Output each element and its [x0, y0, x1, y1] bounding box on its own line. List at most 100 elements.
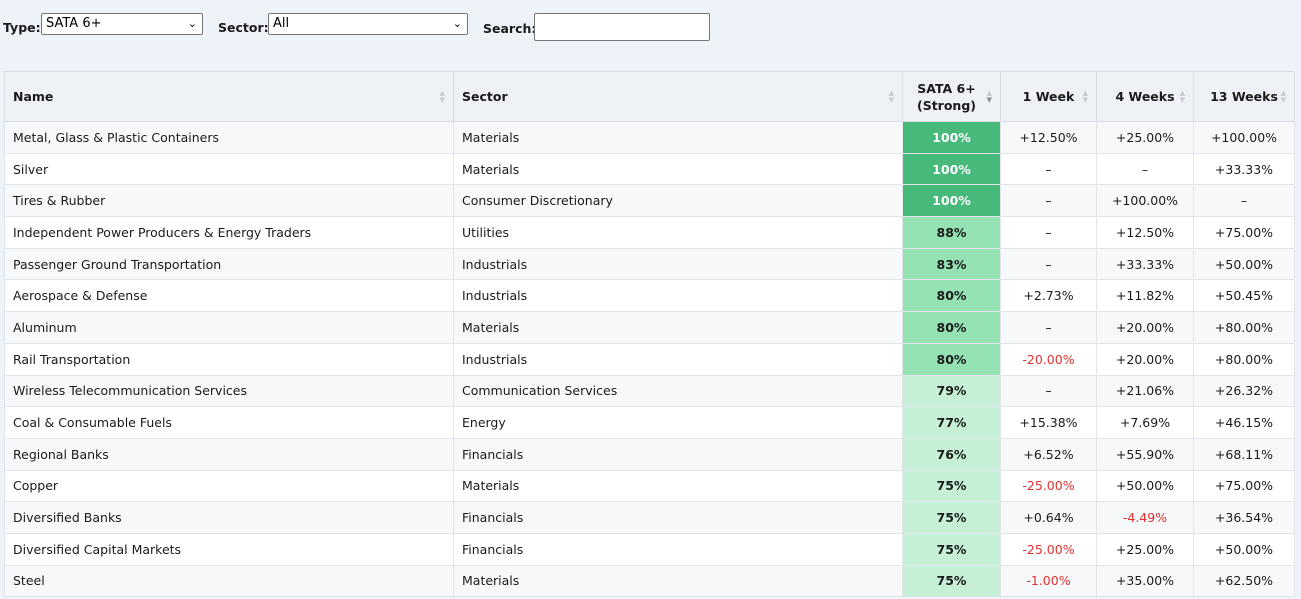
cell-13-weeks: +50.00% [1193, 247, 1295, 281]
cell-sector: Industrials [453, 342, 903, 376]
cell-1-week: +12.50% [1000, 121, 1097, 154]
cell-13-weeks: +75.00% [1193, 216, 1295, 249]
cell-4-weeks: -4.49% [1096, 501, 1194, 534]
cell-1-week: – [1000, 311, 1097, 344]
cell-sata-score: 80% [902, 342, 1001, 376]
cell-1-week: +2.73% [1000, 279, 1097, 313]
cell-4-weeks: +20.00% [1096, 342, 1194, 376]
sort-desc-icon: ▲ ▼ [986, 88, 992, 104]
cell-name: Passenger Ground Transportation [4, 247, 454, 281]
cell-4-weeks: +33.33% [1096, 247, 1194, 281]
sort-icon: ▲ ▼ [888, 88, 894, 104]
cell-13-weeks: +33.33% [1193, 152, 1295, 186]
table-header-row: Name ▲ ▼ Sector ▲ ▼ SATA 6+ (Strong) ▲ ▼ 1 … [4, 71, 1295, 122]
table-row[interactable]: Coal & Consumable Fuels Energy 77% +15.38% +… [4, 406, 1295, 439]
cell-name: Metal, Glass & Plastic Containers [4, 121, 454, 154]
cell-1-week: – [1000, 184, 1097, 218]
cell-sector: Materials [453, 152, 903, 186]
cell-sector: Materials [453, 564, 903, 598]
cell-13-weeks: +46.15% [1193, 406, 1295, 439]
cell-sector: Industrials [453, 279, 903, 313]
cell-4-weeks: +25.00% [1096, 532, 1194, 566]
table-row[interactable]: Rail Transportation Industrials 80% -20.00%… [4, 342, 1295, 376]
table-row[interactable]: Passenger Ground Transportation Industria… [4, 247, 1295, 281]
table-row[interactable]: Regional Banks Financials 76% +6.52% +55.90%… [4, 437, 1295, 471]
column-header-sector[interactable]: Sector ▲ ▼ [453, 71, 903, 122]
cell-13-weeks: +80.00% [1193, 342, 1295, 376]
cell-1-week: – [1000, 152, 1097, 186]
filter-bar: Type: SATA 6+ ⌄ Sector: All ⌄ Search: [0, 0, 1301, 56]
cell-name: Rail Transportation [4, 342, 454, 376]
table-row[interactable]: Diversified Banks Financials 75% +0.64% -4.4… [4, 501, 1295, 534]
cell-4-weeks: +35.00% [1096, 564, 1194, 598]
column-header-1-week[interactable]: 1 Week ▲ ▼ [1000, 71, 1097, 122]
cell-4-weeks: +7.69% [1096, 406, 1194, 439]
cell-13-weeks: +26.32% [1193, 374, 1295, 408]
cell-sata-score: 76% [902, 437, 1001, 471]
cell-sata-score: 88% [902, 216, 1001, 249]
cell-sata-score: 100% [902, 184, 1001, 218]
cell-sector: Materials [453, 121, 903, 154]
cell-1-week: -20.00% [1000, 342, 1097, 376]
type-select[interactable]: SATA 6+ ⌄ [41, 13, 203, 35]
table-row[interactable]: Metal, Glass & Plastic Containers Materia… [4, 121, 1295, 154]
cell-4-weeks: +55.90% [1096, 437, 1194, 471]
table-row[interactable]: Independent Power Producers & Energy Tra… [4, 216, 1295, 249]
cell-4-weeks: +12.50% [1096, 216, 1194, 249]
table-row[interactable]: Diversified Capital Markets Financials 75%… [4, 532, 1295, 566]
cell-1-week: +15.38% [1000, 406, 1097, 439]
cell-sata-score: 77% [902, 406, 1001, 439]
search-label: Search: [483, 21, 537, 36]
column-header-13-weeks[interactable]: 13 Weeks ▲ ▼ [1193, 71, 1295, 122]
sort-icon: ▲ ▼ [1179, 88, 1185, 104]
cell-sector: Financials [453, 532, 903, 566]
cell-sata-score: 75% [902, 501, 1001, 534]
cell-13-weeks: +62.50% [1193, 564, 1295, 598]
cell-13-weeks: – [1193, 184, 1295, 218]
column-header-sata[interactable]: SATA 6+ (Strong) ▲ ▼ [902, 71, 1001, 122]
cell-name: Diversified Banks [4, 501, 454, 534]
cell-1-week: – [1000, 374, 1097, 408]
sort-icon: ▲ ▼ [439, 88, 445, 104]
cell-4-weeks: +11.82% [1096, 279, 1194, 313]
cell-sata-score: 75% [902, 532, 1001, 566]
cell-1-week: -25.00% [1000, 532, 1097, 566]
cell-1-week: +6.52% [1000, 437, 1097, 471]
cell-13-weeks: +75.00% [1193, 469, 1295, 503]
cell-name: Coal & Consumable Fuels [4, 406, 454, 439]
cell-name: Diversified Capital Markets [4, 532, 454, 566]
sort-icon: ▲ ▼ [1082, 88, 1088, 104]
cell-sata-score: 100% [902, 152, 1001, 186]
cell-sector: Materials [453, 469, 903, 503]
search-input[interactable] [534, 13, 710, 41]
cell-name: Silver [4, 152, 454, 186]
table-row[interactable]: Aerospace & Defense Industrials 80% +2.73% +… [4, 279, 1295, 313]
column-header-4-weeks[interactable]: 4 Weeks ▲ ▼ [1096, 71, 1194, 122]
type-select-value: SATA 6+ [46, 16, 102, 31]
cell-sata-score: 83% [902, 247, 1001, 281]
column-header-name[interactable]: Name ▲ ▼ [4, 71, 454, 122]
cell-sector: Industrials [453, 247, 903, 281]
cell-4-weeks: +20.00% [1096, 311, 1194, 344]
table-row[interactable]: Aluminum Materials 80% – +20.00% +80.00% [4, 311, 1295, 344]
cell-13-weeks: +68.11% [1193, 437, 1295, 471]
table-row[interactable]: Wireless Telecommunication Services Commu… [4, 374, 1295, 408]
cell-4-weeks: +25.00% [1096, 121, 1194, 154]
cell-sata-score: 75% [902, 564, 1001, 598]
sector-select[interactable]: All ⌄ [268, 13, 468, 35]
sector-label: Sector: [218, 20, 269, 35]
table-row[interactable]: Copper Materials 75% -25.00% +50.00% +75.00% [4, 469, 1295, 503]
table-row[interactable]: Silver Materials 100% – – +33.33% [4, 152, 1295, 186]
type-label: Type: [3, 20, 41, 35]
cell-sata-score: 80% [902, 279, 1001, 313]
cell-4-weeks: +50.00% [1096, 469, 1194, 503]
sector-select-value: All [273, 16, 290, 31]
table-row[interactable]: Steel Materials 75% -1.00% +35.00% +62.50% [4, 564, 1295, 598]
cell-1-week: -1.00% [1000, 564, 1097, 598]
cell-sata-score: 80% [902, 311, 1001, 344]
cell-sector: Communication Services [453, 374, 903, 408]
cell-sector: Consumer Discretionary [453, 184, 903, 218]
cell-sector: Financials [453, 437, 903, 471]
table-row[interactable]: Tires & Rubber Consumer Discretionary 100%… [4, 184, 1295, 218]
cell-name: Tires & Rubber [4, 184, 454, 218]
